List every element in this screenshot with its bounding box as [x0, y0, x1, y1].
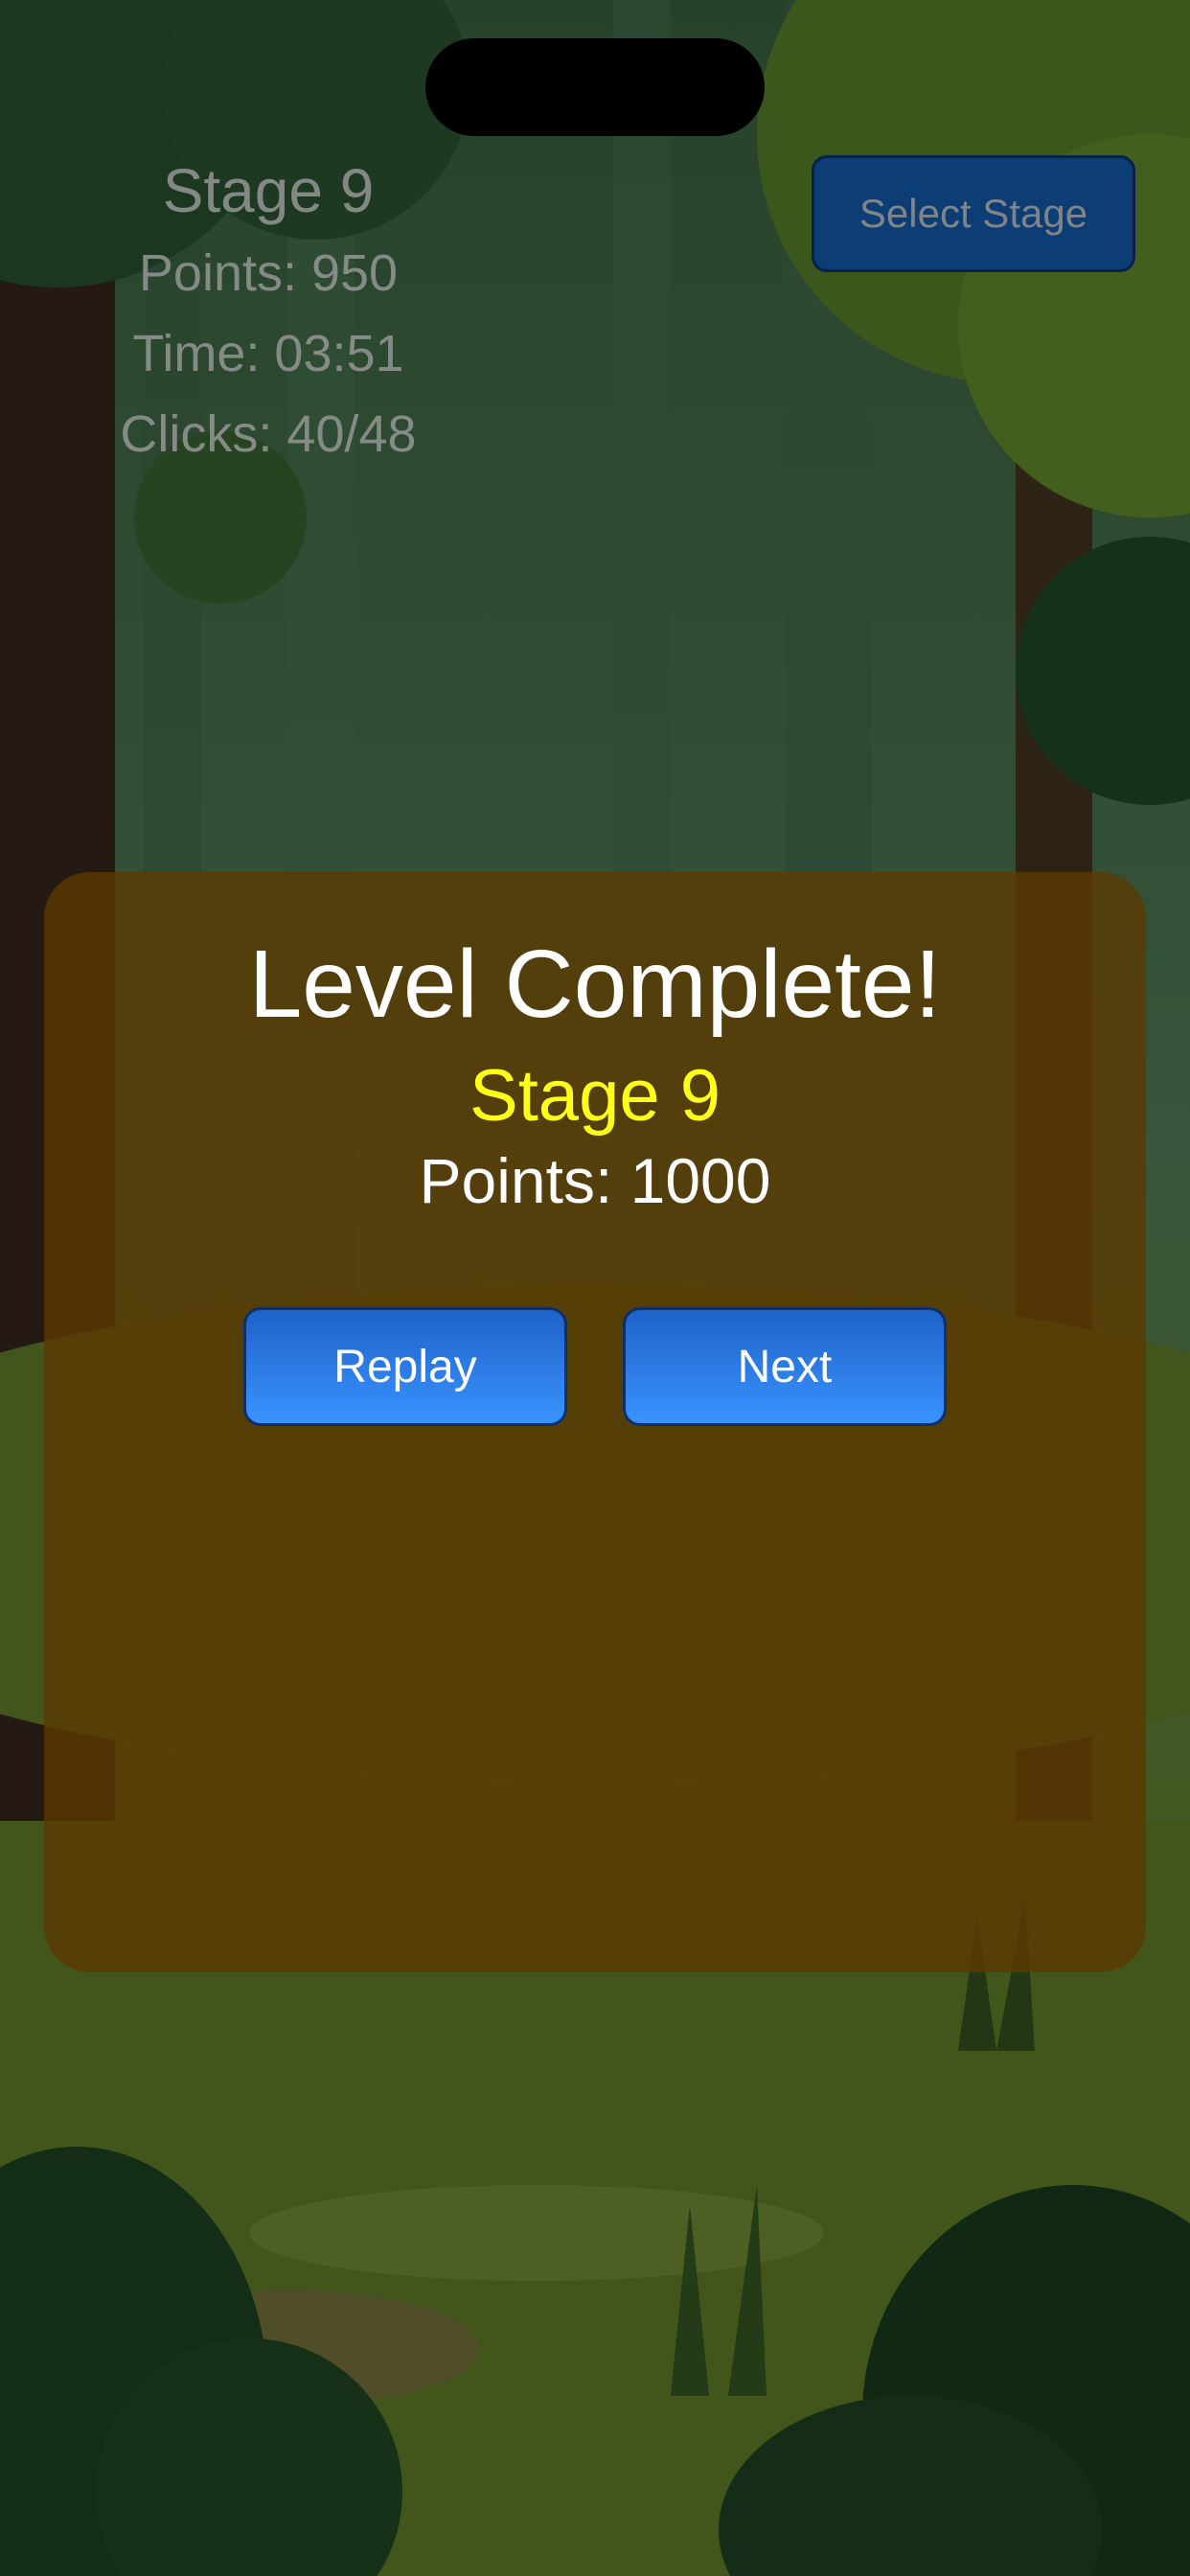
replay-button[interactable]: Replay — [243, 1307, 567, 1426]
hud-points-label: Points: 950 — [138, 244, 399, 302]
level-complete-dialog: Level Complete! Stage 9 Points: 1000 Rep… — [44, 872, 1146, 1972]
hud-stage-label: Stage 9 — [162, 156, 375, 225]
dialog-points-label: Points: 1000 — [419, 1145, 771, 1216]
hud-clicks-label: Clicks: 40/48 — [120, 405, 417, 463]
dialog-title: Level Complete! — [248, 931, 942, 1038]
device-notch — [425, 38, 765, 136]
dialog-stage-label: Stage 9 — [469, 1055, 721, 1137]
select-stage-button[interactable]: Select Stage — [812, 155, 1135, 272]
hud-time-label: Time: 03:51 — [132, 325, 404, 382]
game-screen: Stage 9 Points: 950 Time: 03:51 Clicks: … — [0, 0, 1190, 2576]
next-button[interactable]: Next — [623, 1307, 947, 1426]
